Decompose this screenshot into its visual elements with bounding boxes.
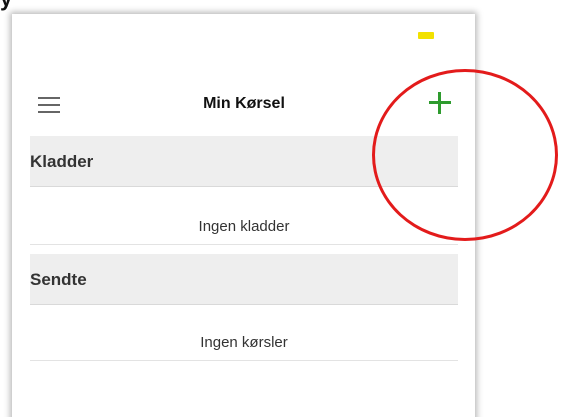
section-header-sendte: Sendte [30,254,458,305]
page-title: Min Kørsel [203,95,285,112]
section-title: Kladder [30,152,94,171]
screenshot-canvas: y Min Kørsel Kladder Ingen kladder Sendt… [0,0,566,417]
app-header: Min Kørsel [30,86,458,126]
empty-message: Ingen kørsler [200,334,288,351]
empty-message: Ingen kladder [198,218,290,235]
status-indicator [418,32,434,39]
empty-state-kladder: Ingen kladder [30,206,458,245]
add-button[interactable] [427,90,453,116]
section-title: Sendte [30,270,87,289]
empty-state-sendte: Ingen kørsler [30,322,458,361]
caption-fragment: y [0,0,12,12]
section-header-kladder: Kladder [30,136,458,187]
